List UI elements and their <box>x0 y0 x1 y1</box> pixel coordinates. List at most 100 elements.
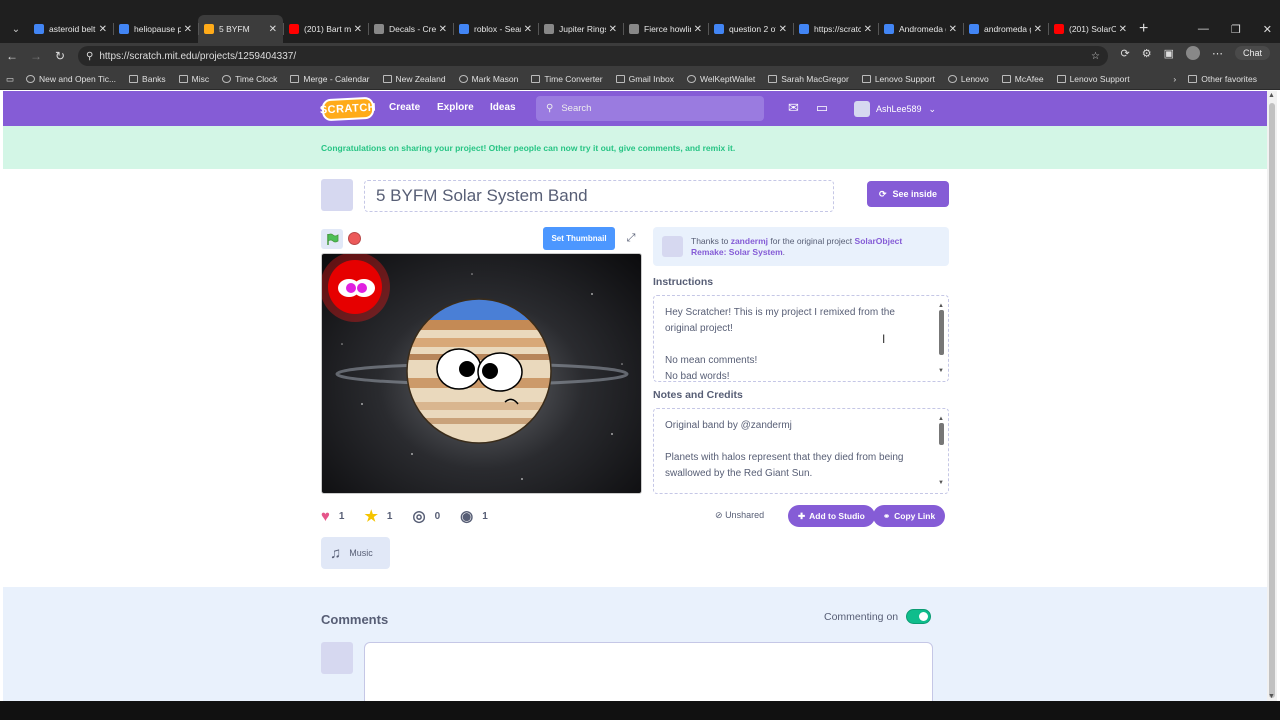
notes-textarea[interactable]: Original band by @zandermj Planets with h… <box>653 408 949 494</box>
site-info-icon[interactable]: ⚲ <box>86 51 93 62</box>
browser-tab[interactable]: Andromeda g ✕ <box>878 15 963 43</box>
instructions-scrollbar[interactable]: ▲ ▼ <box>938 300 945 377</box>
credit-user-avatar[interactable] <box>662 236 683 257</box>
tab-close-icon[interactable]: ✕ <box>949 24 957 35</box>
scroll-up-icon[interactable]: ▲ <box>1268 92 1275 99</box>
browser-tab[interactable]: Jupiter Rings ✕ <box>538 15 623 43</box>
browser-tab[interactable]: (201) Bart mu✕ <box>283 15 368 43</box>
bookmark-item[interactable]: McAfee <box>1001 74 1044 84</box>
tab-close-icon[interactable]: ✕ <box>99 24 107 35</box>
fullscreen-icon[interactable]: ⤢ <box>621 228 641 248</box>
scroll-thumb[interactable] <box>1269 103 1275 698</box>
tab-close-icon[interactable]: ✕ <box>1119 24 1127 35</box>
taskbar-strip <box>0 701 1280 720</box>
browser-tab[interactable]: (201) SolarOb✕ <box>1048 15 1133 43</box>
comment-input[interactable] <box>364 642 933 701</box>
bookmark-item[interactable]: Lenovo Support <box>1056 74 1130 84</box>
green-flag-button[interactable] <box>321 229 343 249</box>
credit-user-link[interactable]: zandermj <box>731 236 768 246</box>
minimize-icon[interactable]: — <box>1198 23 1209 35</box>
browser-tab[interactable]: 5 BYFM ✕ <box>198 15 283 43</box>
scratch-logo[interactable]: SCRATCH <box>319 96 377 122</box>
collections-icon[interactable]: ▣ <box>1164 47 1174 60</box>
close-window-icon[interactable]: ✕ <box>1263 23 1272 36</box>
remix-stat: ◎ 0 <box>412 508 441 525</box>
browser-tab[interactable]: asteroid belt ✕ <box>28 15 113 43</box>
bookmark-item[interactable]: Lenovo <box>947 74 989 84</box>
love-stat[interactable]: ♥ 1 <box>321 508 344 525</box>
stop-button[interactable] <box>348 232 361 245</box>
extensions-icon[interactable]: ⚙ <box>1142 47 1152 60</box>
bookmark-item[interactable]: Misc <box>178 74 209 84</box>
tab-close-icon[interactable]: ✕ <box>269 24 277 35</box>
reload-icon[interactable]: ↻ <box>48 49 72 63</box>
music-tag[interactable]: ♫ Music <box>321 537 390 569</box>
tab-close-icon[interactable]: ✕ <box>184 24 192 35</box>
url-bar[interactable]: ⚲ https://scratch.mit.edu/projects/12594… <box>78 46 1108 66</box>
bookmarks-menu-icon[interactable]: ▭ <box>6 74 14 85</box>
tab-close-icon[interactable]: ✕ <box>864 24 872 35</box>
commenting-toggle[interactable] <box>906 609 932 624</box>
browser-tab[interactable]: Fierce howlin ✕ <box>623 15 708 43</box>
forward-icon[interactable]: → <box>24 49 48 63</box>
bookmark-label: Lenovo <box>960 74 989 84</box>
bookmarks-overflow-icon[interactable]: › <box>1173 74 1176 84</box>
user-menu[interactable]: AshLee589 ⌄ <box>854 101 936 117</box>
project-author-avatar[interactable] <box>321 179 353 211</box>
bookmark-item[interactable]: New Zealand <box>382 74 446 84</box>
bookmark-item[interactable]: Time Converter <box>531 74 603 84</box>
tab-close-icon[interactable]: ✕ <box>524 24 532 35</box>
nav-ideas[interactable]: Ideas <box>490 102 516 113</box>
see-inside-button[interactable]: ⟳ See inside <box>867 181 949 207</box>
copy-link-button[interactable]: ⚭ Copy Link <box>873 505 946 527</box>
bookmark-item[interactable]: Mark Mason <box>458 74 518 84</box>
bookmark-item[interactable]: Merge - Calendar <box>290 74 370 84</box>
bookmark-item[interactable]: Time Clock <box>222 74 277 84</box>
comments-heading: Comments <box>321 612 389 627</box>
favorite-stat[interactable]: ★ 1 <box>364 507 392 525</box>
browser-tab[interactable]: https://scratc ✕ <box>793 15 878 43</box>
browser-tab[interactable]: roblox - Sear ✕ <box>453 15 538 43</box>
bookmark-item[interactable]: New and Open Tic... <box>26 74 116 84</box>
browser-tab[interactable]: Decals - Crea✕ <box>368 15 453 43</box>
bookmark-icon <box>129 75 139 83</box>
more-menu-icon[interactable]: ⋯ <box>1212 47 1223 60</box>
set-thumbnail-button[interactable]: Set Thumbnail <box>543 227 615 250</box>
refresh-extension-icon[interactable]: ⟳ <box>1120 47 1129 60</box>
project-title-input[interactable]: 5 BYFM Solar System Band <box>364 180 834 212</box>
browser-tab[interactable]: andromeda g ✕ <box>963 15 1048 43</box>
page-scrollbar[interactable]: ▲ ▼ <box>1267 91 1277 701</box>
back-icon[interactable]: ← <box>0 49 24 63</box>
notes-scrollbar[interactable]: ▲ ▼ <box>938 413 945 489</box>
tab-search-icon[interactable]: ⌄ <box>4 18 28 40</box>
tab-close-icon[interactable]: ✕ <box>354 24 362 35</box>
new-tab-icon[interactable]: + <box>1139 20 1148 38</box>
messages-icon[interactable]: ✉ <box>788 100 799 116</box>
instructions-textarea[interactable]: Hey Scratcher! This is my project I remi… <box>653 295 949 382</box>
bookmark-item[interactable]: Sarah MacGregor <box>768 74 849 84</box>
project-stage[interactable] <box>321 253 642 494</box>
search-input[interactable]: ⚲ Search <box>536 96 764 121</box>
bookmark-item[interactable]: WelKeptWallet <box>686 74 755 84</box>
browser-tab[interactable]: question 2 of ✕ <box>708 15 793 43</box>
tab-close-icon[interactable]: ✕ <box>439 24 447 35</box>
bookmark-item[interactable]: Gmail Inbox <box>615 74 674 84</box>
instructions-heading: Instructions <box>653 276 714 288</box>
add-to-studio-button[interactable]: ✚ Add to Studio <box>788 505 875 527</box>
nav-explore[interactable]: Explore <box>437 102 474 113</box>
scroll-down-icon[interactable]: ▼ <box>1268 693 1275 700</box>
maximize-icon[interactable]: ❐ <box>1231 23 1241 36</box>
tab-close-icon[interactable]: ✕ <box>609 24 617 35</box>
profile-avatar[interactable] <box>1185 46 1200 60</box>
bookmark-star-icon[interactable]: ☆ <box>1091 51 1100 62</box>
other-favorites[interactable]: Other favorites <box>1188 74 1257 84</box>
browser-tab[interactable]: heliopause p ✕ <box>113 15 198 43</box>
chat-button[interactable]: Chat <box>1234 46 1270 60</box>
bookmark-item[interactable]: Banks <box>129 74 166 84</box>
tab-close-icon[interactable]: ✕ <box>779 24 787 35</box>
my-stuff-folder-icon[interactable]: ▭ <box>816 100 828 116</box>
nav-create[interactable]: Create <box>389 102 420 113</box>
tab-close-icon[interactable]: ✕ <box>694 24 702 35</box>
bookmark-item[interactable]: Lenovo Support <box>861 74 935 84</box>
tab-close-icon[interactable]: ✕ <box>1034 24 1042 35</box>
